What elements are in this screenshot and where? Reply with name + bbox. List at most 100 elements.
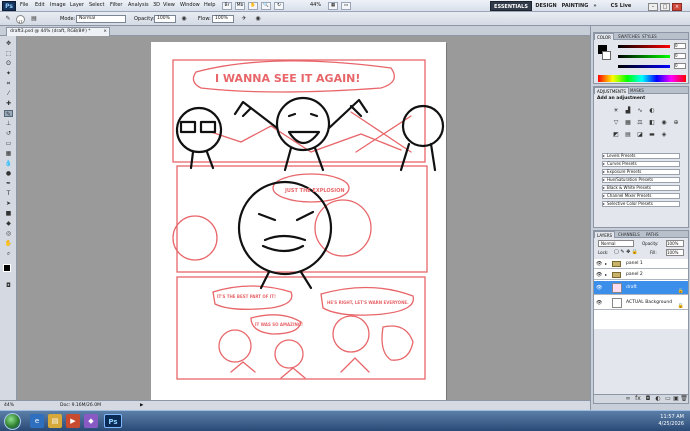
red-slider[interactable] xyxy=(618,45,670,48)
menu-3d[interactable]: 3D xyxy=(153,2,160,8)
minimize-icon[interactable]: – xyxy=(648,3,658,11)
link-layers-icon[interactable]: ∞ xyxy=(624,395,632,403)
start-button-icon[interactable] xyxy=(4,413,21,430)
launch-minibridge-icon[interactable]: Mb xyxy=(235,2,245,10)
layer-row-panel-1[interactable]: 👁 ▸ panel 1 xyxy=(594,259,688,269)
tab-masks[interactable]: MASKS xyxy=(628,87,646,94)
ie-icon[interactable]: e xyxy=(30,414,44,428)
preset-levels[interactable]: Levels Presets xyxy=(602,153,680,159)
zoom-tool-icon[interactable]: ⌕ xyxy=(4,250,13,257)
zoom-tool-icon[interactable]: 🔍 xyxy=(261,2,271,10)
quick-select-tool-icon[interactable]: ✦ xyxy=(4,70,13,77)
brush-panel-icon[interactable]: ▤ xyxy=(30,15,38,23)
hand-tool-icon[interactable]: ✋ xyxy=(4,240,13,247)
layer-row-draft[interactable]: 👁 draft 🔒 xyxy=(594,281,688,295)
selective-color-icon[interactable]: ◈ xyxy=(660,131,668,139)
tab-styles[interactable]: STYLES xyxy=(640,33,659,40)
layer-opacity-input[interactable]: 100% xyxy=(666,240,684,247)
close-icon[interactable]: × xyxy=(672,3,682,11)
move-tool-icon[interactable]: ✥ xyxy=(4,40,13,47)
invert-icon[interactable]: ◩ xyxy=(612,131,620,139)
workspace-painting[interactable]: PAINTING xyxy=(560,1,590,11)
more-workspaces-icon[interactable]: » xyxy=(592,1,598,11)
system-tray[interactable]: 11:57 AM 4/25/2026 xyxy=(658,414,684,428)
visibility-eye-icon[interactable]: 👁 xyxy=(596,272,602,278)
photo-filter-icon[interactable]: ◉ xyxy=(660,119,668,127)
gradient-tool-icon[interactable]: ▦ xyxy=(4,150,13,157)
menu-layer[interactable]: Layer xyxy=(70,2,84,8)
curves-icon[interactable]: ∿ xyxy=(636,107,644,115)
preset-exposure[interactable]: Exposure Presets xyxy=(602,169,680,175)
brush-tool-icon[interactable]: ✎ xyxy=(4,110,13,118)
dodge-tool-icon[interactable]: ● xyxy=(4,170,13,177)
green-slider[interactable] xyxy=(618,55,670,58)
lock-options-icon[interactable]: ▢ ✎ ✥ 🔒 xyxy=(614,249,638,255)
threshold-icon[interactable]: ◪ xyxy=(636,131,644,139)
path-select-tool-icon[interactable]: ➤ xyxy=(4,200,13,207)
black-white-icon[interactable]: ◧ xyxy=(648,119,656,127)
tab-layers[interactable]: LAYERS xyxy=(594,231,616,238)
green-value[interactable]: 0 xyxy=(674,53,686,59)
menu-select[interactable]: Select xyxy=(89,2,104,8)
eraser-tool-icon[interactable]: ▭ xyxy=(4,140,13,147)
new-layer-icon[interactable]: ▣ xyxy=(672,395,680,403)
menu-view[interactable]: View xyxy=(163,2,175,8)
flow-input[interactable]: 100% xyxy=(212,15,234,23)
blue-slider[interactable] xyxy=(618,65,670,68)
posterize-icon[interactable]: ▤ xyxy=(624,131,632,139)
visibility-eye-icon[interactable]: 👁 xyxy=(596,261,602,267)
explorer-icon[interactable]: ▤ xyxy=(48,414,62,428)
menu-window[interactable]: Window xyxy=(180,2,200,8)
color-background-swatch[interactable] xyxy=(602,51,611,60)
menu-image[interactable]: Image xyxy=(50,2,66,8)
pressure-size-icon[interactable]: ◉ xyxy=(254,15,262,23)
tab-paths[interactable]: PATHS xyxy=(644,231,661,238)
status-menu-arrow-icon[interactable]: ▶ xyxy=(140,403,143,408)
preset-channel-mixer[interactable]: Channel Mixer Presets xyxy=(602,193,680,199)
layer-row-panel-2[interactable]: 👁 ▸ panel 2 xyxy=(594,270,688,280)
quick-mask-icon[interactable]: ◘ xyxy=(4,282,13,289)
delete-layer-icon[interactable]: 🗑 xyxy=(680,395,688,403)
fill-input[interactable]: 100% xyxy=(666,249,684,256)
hand-tool-icon[interactable]: ✋ xyxy=(248,2,258,10)
workspace-essentials[interactable]: ESSENTIALS xyxy=(490,1,532,11)
preset-selective-color[interactable]: Selective Color Presets xyxy=(602,201,680,207)
brush-preset-icon[interactable]: ✎ xyxy=(4,15,12,23)
blur-tool-icon[interactable]: 💧 xyxy=(4,160,13,167)
layer-style-icon[interactable]: fx xyxy=(634,395,642,403)
preset-black-white[interactable]: Black & White Presets xyxy=(602,185,680,191)
layer-row-actual-background[interactable]: 👁 ACTUAL Background 🔒 xyxy=(594,296,688,310)
zoom-level[interactable]: 44% xyxy=(310,2,321,8)
blue-value[interactable]: 0 xyxy=(674,63,686,69)
new-group-icon[interactable]: ▭ xyxy=(664,395,672,403)
mode-select[interactable]: Normal xyxy=(76,15,126,23)
photoshop-taskbar-icon[interactable]: Ps xyxy=(104,414,122,428)
tab-color[interactable]: COLOR xyxy=(594,33,614,40)
media-player-icon[interactable]: ▶ xyxy=(66,414,80,428)
hue-saturation-icon[interactable]: ▦ xyxy=(624,119,632,127)
clone-stamp-tool-icon[interactable]: ⊥ xyxy=(4,120,13,127)
levels-icon[interactable]: ▟ xyxy=(624,107,632,115)
tab-swatches[interactable]: SWATCHES xyxy=(616,33,642,40)
document-tab[interactable]: draft3.psd @ 44% (draft, RGB/8#) * × xyxy=(6,27,110,36)
foreground-color-swatch[interactable] xyxy=(3,264,11,272)
preset-hue-saturation[interactable]: Hue/Saturation Presets xyxy=(602,177,680,183)
app-icon[interactable]: ◆ xyxy=(84,414,98,428)
expand-arrow-icon[interactable]: ▸ xyxy=(605,270,607,280)
expand-arrow-icon[interactable]: ▸ xyxy=(605,259,607,269)
pen-tool-icon[interactable]: ✒ xyxy=(4,180,13,187)
tab-adjustments[interactable]: ADJUSTMENTS xyxy=(594,87,629,94)
menu-file[interactable]: File xyxy=(20,2,28,8)
rotate-view-icon[interactable]: ↻ xyxy=(274,2,284,10)
eyedropper-tool-icon[interactable]: ⁄ xyxy=(4,90,13,97)
maximize-icon[interactable]: □ xyxy=(660,3,670,11)
tab-close-icon[interactable]: × xyxy=(103,28,107,36)
arrange-documents-icon[interactable]: ▦ xyxy=(328,2,338,10)
menu-analysis[interactable]: Analysis xyxy=(128,2,149,8)
brightness-contrast-icon[interactable]: ☀ xyxy=(612,107,620,115)
3d-orbit-tool-icon[interactable]: ◎ xyxy=(4,230,13,237)
vibrance-icon[interactable]: ▽ xyxy=(612,119,620,127)
color-spectrum-ramp[interactable] xyxy=(598,75,686,82)
document-canvas[interactable]: I WANNA SEE IT AGAIN! JUST THE EXPLOSION… xyxy=(151,42,446,400)
workspace-design[interactable]: DESIGN xyxy=(534,1,558,11)
